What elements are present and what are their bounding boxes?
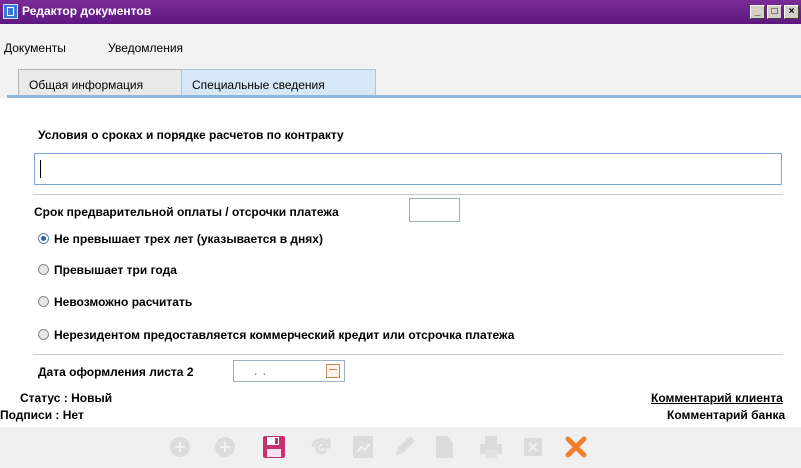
save-icon[interactable]	[261, 434, 287, 460]
date-label: Дата оформления листа 2	[38, 365, 194, 379]
tab-strip: Общая информация Специальные сведения	[0, 60, 801, 98]
radio-icon	[38, 329, 49, 340]
prepayment-input[interactable]	[409, 198, 460, 222]
divider	[33, 354, 783, 355]
report-icon[interactable]	[350, 434, 376, 460]
signatures-label: Подписи :	[0, 408, 60, 422]
divider	[33, 194, 783, 195]
radio-label: Нерезидентом предоставляется коммерчески…	[54, 328, 515, 342]
status-value: Новый	[71, 391, 113, 405]
refresh-icon[interactable]	[308, 434, 334, 460]
bank-comment-label: Комментарий банка	[667, 408, 786, 422]
close-icon[interactable]	[563, 434, 589, 460]
prepayment-label: Срок предварительной оплаты / отсрочки п…	[34, 205, 339, 219]
print-icon[interactable]	[478, 434, 504, 460]
radio-icon	[38, 264, 49, 275]
signatures-line: Подписи : Нет	[0, 408, 84, 422]
signatures-value: Нет	[62, 408, 84, 422]
maximize-button[interactable]: □	[767, 5, 782, 19]
contract-terms-input[interactable]	[34, 153, 782, 185]
status-label: Статус :	[20, 391, 68, 405]
section-title: Условия о сроках и порядке расчетов по к…	[38, 128, 344, 142]
bottom-toolbar	[0, 427, 801, 468]
app-icon	[3, 4, 18, 19]
menu-notifications[interactable]: Уведомления	[108, 41, 183, 55]
add-icon[interactable]	[212, 434, 238, 460]
date-field[interactable]: . .	[233, 360, 345, 382]
add-icon[interactable]	[167, 434, 193, 460]
minimize-button[interactable]: _	[750, 5, 765, 19]
tab-special-info[interactable]: Специальные сведения	[181, 69, 376, 97]
date-value: . .	[254, 364, 268, 378]
document-icon[interactable]	[431, 434, 457, 460]
radio-icon	[38, 233, 49, 244]
radio-icon	[38, 296, 49, 307]
menubar: Документы Уведомления	[0, 24, 801, 60]
delete-icon[interactable]	[520, 434, 546, 460]
text-caret	[40, 160, 41, 178]
calendar-icon[interactable]	[326, 364, 340, 378]
status-line: Статус : Новый	[20, 391, 112, 405]
window-titlebar: Редактор документов _ □ ×	[0, 0, 801, 24]
edit-icon[interactable]	[391, 434, 417, 460]
radio-label: Превышает три года	[54, 263, 177, 277]
tab-general-info[interactable]: Общая информация	[18, 69, 182, 97]
radio-label: Не превышает трех лет (указывается в дня…	[54, 232, 323, 246]
window-title: Редактор документов	[22, 4, 152, 18]
radio-label: Невозможно расчитать	[54, 295, 193, 309]
client-comment-link[interactable]: Комментарий клиента	[651, 391, 783, 405]
menu-documents[interactable]: Документы	[4, 41, 66, 55]
close-window-button[interactable]: ×	[784, 5, 799, 19]
